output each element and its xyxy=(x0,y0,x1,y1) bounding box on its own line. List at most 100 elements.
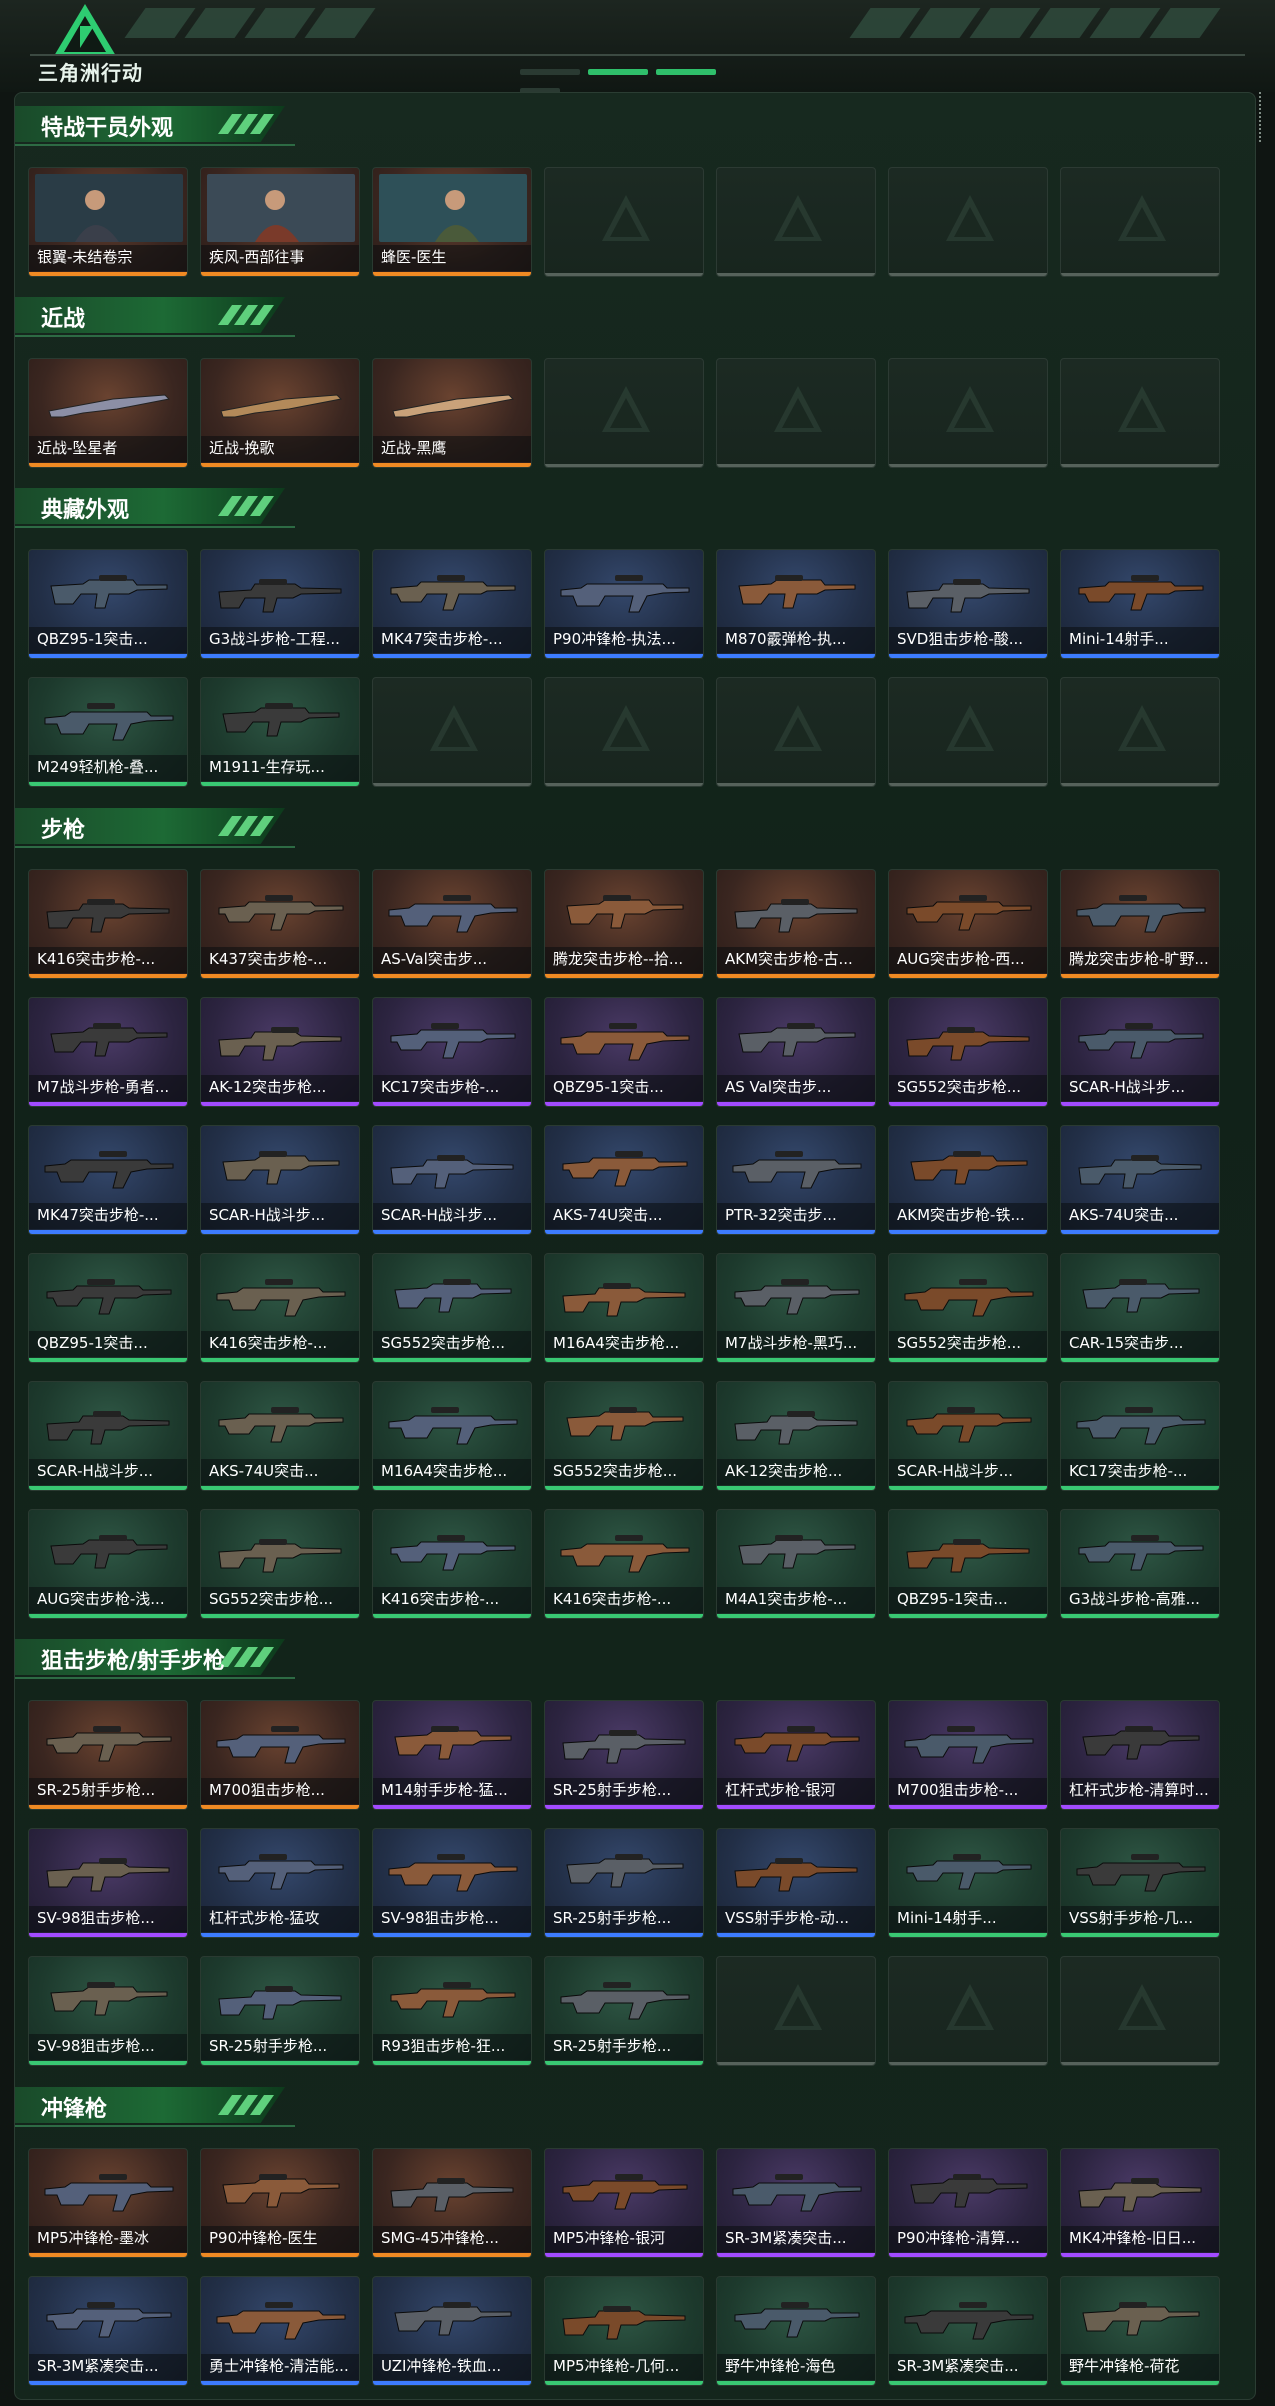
section-header: 狙击步枪/射手步枪 xyxy=(15,1637,295,1679)
skin-card[interactable]: SV-98狙击步枪... xyxy=(28,1828,188,1938)
skin-card[interactable]: PTR-32突击步... xyxy=(716,1125,876,1235)
skin-card[interactable]: VSS射手步枪-动... xyxy=(716,1828,876,1938)
skin-card[interactable]: 腾龙突击步枪--拾... xyxy=(544,869,704,979)
skin-card[interactable]: SR-25射手步枪... xyxy=(544,1956,704,2066)
skin-card[interactable]: 勇士冲锋枪-清洁能... xyxy=(200,2276,360,2386)
skin-card[interactable]: Mini-14射手... xyxy=(1060,549,1220,659)
skin-card[interactable]: AKS-74U突击... xyxy=(1060,1125,1220,1235)
skin-card[interactable]: CAR-15突击步... xyxy=(1060,1253,1220,1363)
card-name: 杠杆式步枪-清算时... xyxy=(1069,1781,1209,1799)
skin-card[interactable]: P90冲锋枪-执法... xyxy=(544,549,704,659)
scrollbar[interactable] xyxy=(1259,92,1267,142)
skin-card[interactable]: R93狙击步枪-狂... xyxy=(372,1956,532,2066)
rarity-bar xyxy=(717,2253,875,2257)
skin-card[interactable]: QBZ95-1突击... xyxy=(28,1253,188,1363)
skin-card[interactable]: K416突击步枪-... xyxy=(28,869,188,979)
skin-card[interactable]: 银翼-未结卷宗 xyxy=(28,167,188,277)
skin-card[interactable]: M14射手步枪-猛... xyxy=(372,1700,532,1810)
skin-card[interactable]: MP5冲锋枪-墨冰 xyxy=(28,2148,188,2258)
card-name: SG552突击步枪... xyxy=(381,1334,506,1352)
skin-card[interactable]: 杠杆式步枪-清算时... xyxy=(1060,1700,1220,1810)
skin-card[interactable]: 近战-黑鹰 xyxy=(372,358,532,468)
skin-card[interactable]: AS-Val突击步... xyxy=(372,869,532,979)
skin-card[interactable]: 近战-坠星者 xyxy=(28,358,188,468)
skin-card[interactable]: SMG-45冲锋枪... xyxy=(372,2148,532,2258)
skin-card[interactable]: G3战斗步枪-工程... xyxy=(200,549,360,659)
section-title: 特战干员外观 xyxy=(41,116,174,141)
weapon-thumbnail xyxy=(734,2302,860,2338)
skin-card[interactable]: AKM突击步枪-铁... xyxy=(888,1125,1048,1235)
skin-card[interactable]: K416突击步枪-... xyxy=(200,1253,360,1363)
skin-card[interactable]: P90冲锋枪-清算... xyxy=(888,2148,1048,2258)
skin-card[interactable]: MK4冲锋枪-旧日... xyxy=(1060,2148,1220,2258)
skin-card[interactable]: SCAR-H战斗步... xyxy=(888,1381,1048,1491)
skin-card[interactable]: K437突击步枪-... xyxy=(200,869,360,979)
weapon-thumbnail xyxy=(560,1023,690,1061)
skin-card[interactable]: SVD狙击步枪-酸... xyxy=(888,549,1048,659)
skin-card[interactable]: KC17突击步枪-... xyxy=(1060,1381,1220,1491)
skin-card[interactable]: SR-25射手步枪... xyxy=(544,1700,704,1810)
skin-card[interactable]: SCAR-H战斗步... xyxy=(28,1381,188,1491)
skin-card[interactable]: 杠杆式步枪-猛攻 xyxy=(200,1828,360,1938)
skin-card[interactable]: SG552突击步枪... xyxy=(888,997,1048,1107)
skin-card[interactable]: QBZ95-1突击... xyxy=(888,1509,1048,1619)
skin-card[interactable]: MK47突击步枪-... xyxy=(372,549,532,659)
skin-card[interactable]: M870霰弹枪-执... xyxy=(716,549,876,659)
skin-card[interactable]: SV-98狙击步枪... xyxy=(28,1956,188,2066)
skin-card[interactable]: SV-98狙击步枪... xyxy=(372,1828,532,1938)
skin-card[interactable]: SCAR-H战斗步... xyxy=(372,1125,532,1235)
skin-card[interactable]: 近战-挽歌 xyxy=(200,358,360,468)
skin-card[interactable]: MK47突击步枪-... xyxy=(28,1125,188,1235)
skin-card[interactable]: SCAR-H战斗步... xyxy=(200,1125,360,1235)
skin-card[interactable]: 野牛冲锋枪-海色 xyxy=(716,2276,876,2386)
skin-card[interactable]: 蜂医-医生 xyxy=(372,167,532,277)
skin-card[interactable]: VSS射手步枪-几... xyxy=(1060,1828,1220,1938)
skin-card[interactable]: AKS-74U突击... xyxy=(544,1125,704,1235)
skin-card[interactable]: M249轻机枪-叠... xyxy=(28,677,188,787)
skin-card[interactable]: AK-12突击步枪... xyxy=(716,1381,876,1491)
skin-card[interactable]: P90冲锋枪-医生 xyxy=(200,2148,360,2258)
skin-card[interactable]: AKM突击步枪-古... xyxy=(716,869,876,979)
skin-card[interactable]: AUG突击步枪-西... xyxy=(888,869,1048,979)
skin-card[interactable]: Mini-14射手... xyxy=(888,1828,1048,1938)
skin-card[interactable]: 野牛冲锋枪-荷花 xyxy=(1060,2276,1220,2386)
skin-card[interactable]: 疾风-西部往事 xyxy=(200,167,360,277)
skin-card[interactable]: SG552突击步枪... xyxy=(372,1253,532,1363)
skin-card[interactable]: M1911-生存玩... xyxy=(200,677,360,787)
skin-card[interactable]: M7战斗步枪-黑巧... xyxy=(716,1253,876,1363)
skin-card[interactable]: AS Val突击步... xyxy=(716,997,876,1107)
skin-card[interactable]: SR-25射手步枪... xyxy=(200,1956,360,2066)
rarity-bar xyxy=(1061,783,1219,786)
empty-slot-logo-icon xyxy=(1118,386,1166,432)
skin-card[interactable]: M4A1突击步枪-... xyxy=(716,1509,876,1619)
skin-card[interactable]: SR-25射手步枪... xyxy=(544,1828,704,1938)
skin-card[interactable]: M16A4突击步枪... xyxy=(544,1253,704,1363)
skin-card[interactable]: M700狙击步枪-... xyxy=(888,1700,1048,1810)
skin-card[interactable]: QBZ95-1突击... xyxy=(544,997,704,1107)
skin-card[interactable]: AUG突击步枪-浅... xyxy=(28,1509,188,1619)
skin-card[interactable]: MP5冲锋枪-银河 xyxy=(544,2148,704,2258)
skin-card[interactable]: SG552突击步枪... xyxy=(544,1381,704,1491)
skin-card[interactable]: SG552突击步枪... xyxy=(200,1509,360,1619)
skin-card[interactable]: QBZ95-1突击... xyxy=(28,549,188,659)
skin-card[interactable]: 腾龙突击步枪-旷野... xyxy=(1060,869,1220,979)
skin-card[interactable]: SCAR-H战斗步... xyxy=(1060,997,1220,1107)
skin-card[interactable]: KC17突击步枪-... xyxy=(372,997,532,1107)
skin-card[interactable]: M16A4突击步枪... xyxy=(372,1381,532,1491)
skin-card[interactable]: M700狙击步枪... xyxy=(200,1700,360,1810)
skin-card[interactable]: M7战斗步枪-勇者... xyxy=(28,997,188,1107)
skin-card[interactable]: AK-12突击步枪... xyxy=(200,997,360,1107)
skin-card[interactable]: SR-3M紧凑突击... xyxy=(28,2276,188,2386)
skin-card[interactable]: SR-25射手步枪... xyxy=(28,1700,188,1810)
skin-card[interactable]: SG552突击步枪... xyxy=(888,1253,1048,1363)
section-header: 典藏外观 xyxy=(15,486,295,528)
skin-card[interactable]: SR-3M紧凑突击... xyxy=(888,2276,1048,2386)
skin-card[interactable]: AKS-74U突击... xyxy=(200,1381,360,1491)
skin-card[interactable]: 杠杆式步枪-银河 xyxy=(716,1700,876,1810)
skin-card[interactable]: MP5冲锋枪-几何... xyxy=(544,2276,704,2386)
skin-card[interactable]: G3战斗步枪-高雅... xyxy=(1060,1509,1220,1619)
skin-card[interactable]: K416突击步枪-... xyxy=(372,1509,532,1619)
skin-card[interactable]: UZI冲锋枪-铁血... xyxy=(372,2276,532,2386)
skin-card[interactable]: SR-3M紧凑突击... xyxy=(716,2148,876,2258)
skin-card[interactable]: K416突击步枪-... xyxy=(544,1509,704,1619)
